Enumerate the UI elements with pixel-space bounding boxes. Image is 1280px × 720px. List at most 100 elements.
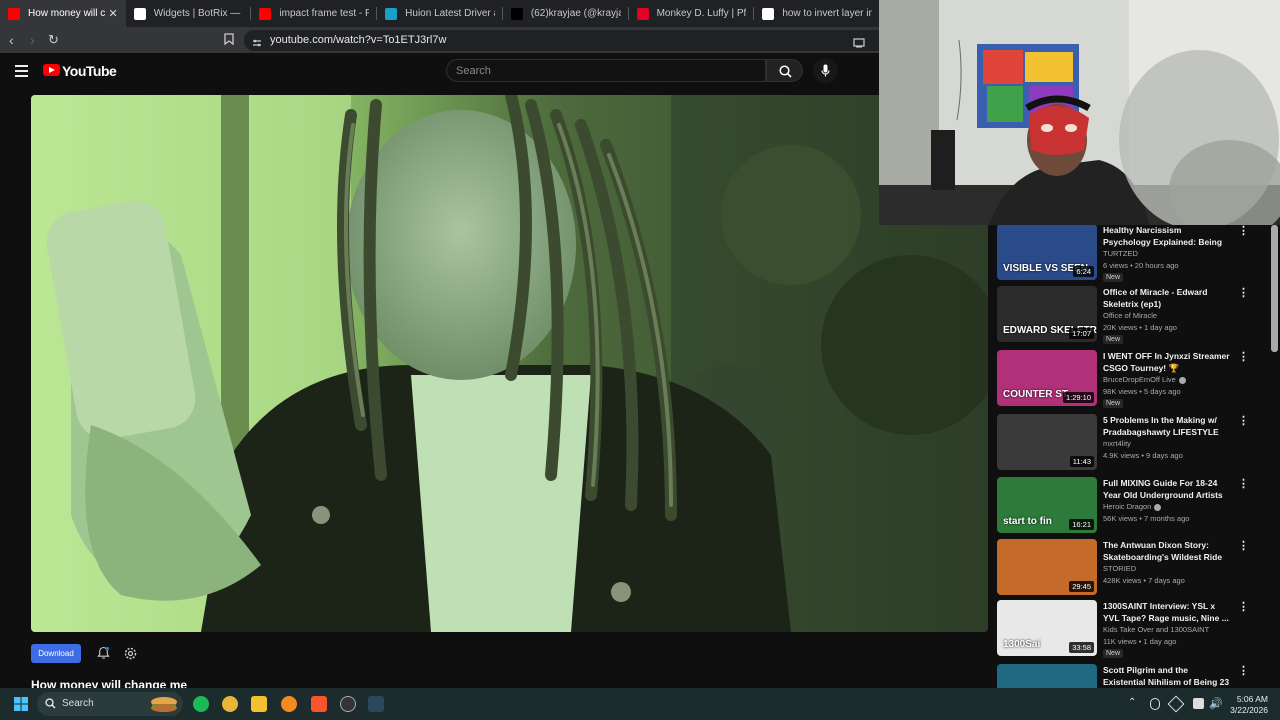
video-player[interactable] [31, 95, 988, 632]
steam-icon[interactable] [368, 696, 384, 712]
video-thumbnail[interactable]: VISIBLE VS SEEN 6:24 [997, 225, 1097, 280]
more-options-icon[interactable]: ⋮ [1238, 600, 1249, 614]
app-icon-orange[interactable] [281, 696, 297, 712]
video-thumbnail[interactable]: 11:43 [997, 414, 1097, 470]
browser-tab[interactable]: Huion Latest Driver and M [377, 0, 503, 27]
channel-name[interactable]: BruceDropEmOff Live [1103, 375, 1186, 384]
recommended-video-title[interactable]: Office of Miracle - Edward Skeletrix (ep… [1103, 286, 1231, 310]
channel-name[interactable]: STORIED [1103, 564, 1136, 573]
recommended-video[interactable]: 29:45 The Antwuan Dixon Story: Skateboard… [997, 539, 1273, 599]
taskbar-search-label: Search [62, 698, 94, 709]
browser-tab[interactable]: (62)krayjae (@krayjae) | Tik [503, 0, 629, 27]
recommended-video-title[interactable]: 1300SAINT Interview: YSL x YVL Tape? Rag… [1103, 600, 1231, 624]
channel-name-text: STORIED [1103, 564, 1137, 573]
browser-tab[interactable]: Monkey D. Luffy | Pfp [629, 0, 755, 27]
cast-icon[interactable] [853, 35, 865, 53]
url-text: youtube.com/watch?v=To1ETJ3rl7w [270, 34, 447, 46]
more-options-icon[interactable]: ⋮ [1238, 414, 1249, 428]
taskbar-search[interactable]: Search [37, 692, 183, 716]
recommended-video[interactable]: VISIBLE VS SEEN 6:24 Healthy Narcissism Ps… [997, 225, 1273, 284]
video-duration: 1:29:10 [1062, 392, 1094, 403]
pinterest-icon [636, 7, 649, 20]
video-metadata: 11K views • 1 day ago [1103, 637, 1177, 646]
brave-icon[interactable] [311, 696, 327, 712]
download-button[interactable]: Download [31, 644, 81, 663]
recommended-video-title[interactable]: Healthy Narcissism Psychology Explained:… [1103, 225, 1231, 248]
huion-icon [385, 7, 398, 20]
channel-name[interactable]: Heroic Dragon [1103, 502, 1162, 511]
sidebar-scrollbar[interactable] [1271, 225, 1278, 352]
verified-icon [1154, 503, 1162, 511]
search-placeholder: Search [456, 65, 491, 77]
recommended-video-title[interactable]: Full MIXING Guide For 18-24 Year Old Und… [1103, 477, 1231, 501]
recommended-video-title[interactable]: I WENT OFF In Jynxzi Streamer CSGO Tourn… [1103, 350, 1231, 374]
recommended-video[interactable]: Scott Pilgrim and the Existential Nihili… [997, 664, 1273, 688]
more-options-icon[interactable]: ⋮ [1238, 225, 1249, 238]
recommended-video-title[interactable]: The Antwuan Dixon Story: Skateboarding's… [1103, 539, 1231, 563]
more-options-icon[interactable]: ⋮ [1238, 539, 1249, 553]
video-thumbnail[interactable]: 29:45 [997, 539, 1097, 595]
recommended-video-title[interactable]: 5 Problems In the Making w/ Pradabagshaw… [1103, 414, 1231, 438]
channel-name[interactable]: mxrt4lity [1103, 439, 1131, 448]
youtube-logo-text[interactable]: YouTube [62, 63, 117, 79]
reload-icon[interactable]: ↻ [48, 32, 59, 48]
video-duration: 16:21 [1069, 519, 1094, 530]
mic-tray-icon[interactable] [1150, 698, 1160, 710]
network-icon[interactable] [1193, 698, 1204, 709]
file-explorer-icon[interactable] [251, 696, 267, 712]
obs-icon[interactable] [340, 696, 356, 712]
video-thumbnail[interactable]: COUNTER ST 1:29:10 [997, 350, 1097, 406]
bookmark-icon[interactable] [224, 33, 234, 50]
search-button[interactable] [766, 59, 803, 82]
channel-name[interactable]: Kids Take Over and 1300SAINT [1103, 625, 1209, 634]
channel-name[interactable]: TURTZED [1103, 249, 1138, 258]
more-options-icon[interactable]: ⋮ [1238, 477, 1249, 491]
browser-tab-label: how to invert layer in krita [782, 8, 873, 19]
recommended-video[interactable]: start to fin 16:21 Full MIXING Guide For 1… [997, 477, 1273, 537]
recommended-video-title[interactable]: Scott Pilgrim and the Existential Nihili… [1103, 664, 1231, 688]
tray-chevron-icon[interactable]: ⌃ [1128, 697, 1136, 708]
voice-search-button[interactable] [813, 58, 838, 83]
video-thumbnail[interactable]: 1300Sai 33:58 [997, 600, 1097, 656]
spotify-icon[interactable] [193, 696, 209, 712]
browser-tab[interactable]: how to invert layer in krita [754, 0, 881, 27]
browser-tab[interactable]: How money will ch ✕ [0, 0, 126, 27]
browser-tab-label: impact frame test - Flipach [279, 8, 370, 19]
clock-date: 3/22/2026 [1230, 705, 1268, 715]
channel-name-text: Kids Take Over and 1300SAINT [1103, 625, 1210, 634]
video-duration: 33:58 [1069, 642, 1094, 653]
video-thumbnail[interactable]: EDWARD SKELETRIX 17:07 [997, 286, 1097, 342]
recommended-video[interactable]: 1300Sai 33:58 1300SAINT Interview: YSL x Y… [997, 600, 1273, 660]
video-thumbnail[interactable] [997, 664, 1097, 688]
taskbar-clock[interactable]: 5:06 AM 3/22/2026 [1228, 694, 1268, 716]
more-options-icon[interactable]: ⋮ [1238, 286, 1249, 300]
video-metadata: 428K views • 7 days ago [1103, 576, 1185, 585]
recommended-video[interactable]: 11:43 5 Problems In the Making w/ Pradaba… [997, 414, 1273, 474]
settings-gear-icon[interactable] [124, 647, 137, 665]
menu-icon[interactable] [15, 65, 28, 77]
recommended-video[interactable]: COUNTER ST 1:29:10 I WENT OFF In Jynxzi St… [997, 350, 1273, 410]
tiktok-icon [510, 7, 523, 20]
windows-start-icon[interactable] [14, 697, 28, 716]
chrome-icon[interactable] [222, 696, 238, 712]
notification-bell-icon[interactable] [97, 646, 110, 665]
browser-tab[interactable]: Widgets | BotRix — Cloud [126, 0, 252, 27]
close-tab-icon[interactable]: ✕ [109, 7, 118, 20]
youtube-logo-icon[interactable] [43, 64, 60, 76]
channel-name[interactable]: Office of Miracle [1103, 311, 1157, 320]
more-options-icon[interactable]: ⋮ [1238, 664, 1249, 678]
address-bar[interactable]: youtube.com/watch?v=To1ETJ3rl7w [244, 30, 880, 51]
forward-icon[interactable]: › [30, 32, 35, 48]
search-input[interactable]: Search [446, 59, 766, 82]
site-info-icon[interactable] [252, 35, 262, 53]
pen-tray-icon[interactable] [1167, 695, 1185, 713]
recommended-video[interactable]: EDWARD SKELETRIX 17:07 Office of Miracle -… [997, 286, 1273, 346]
more-options-icon[interactable]: ⋮ [1238, 350, 1249, 364]
video-thumbnail[interactable]: start to fin 16:21 [997, 477, 1097, 533]
video-frame [31, 95, 988, 632]
channel-name-text: BruceDropEmOff Live [1103, 375, 1176, 384]
volume-icon[interactable]: 🔊 [1209, 697, 1223, 710]
clock-time: 5:06 AM [1236, 694, 1268, 704]
back-icon[interactable]: ‹ [9, 32, 14, 48]
browser-tab[interactable]: impact frame test - Flipach [251, 0, 378, 27]
